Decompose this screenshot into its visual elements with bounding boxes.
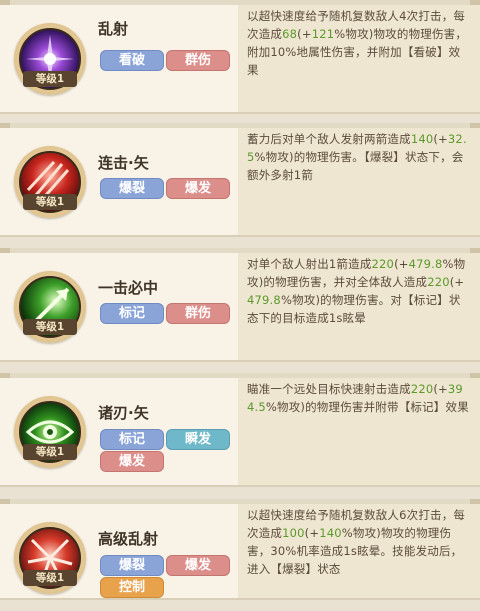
tag-shunfa: 瞬发	[166, 429, 230, 450]
description-text: %物攻)的物理伤害并附带【标记】效果	[265, 400, 469, 414]
skill-description-panel: 以超快速度给予随机复数敌人6次打击，每次造成100(+140%物攻)物攻的物理伤…	[238, 504, 480, 598]
level-badge: 等级1	[23, 570, 77, 586]
description-text: (+	[394, 257, 409, 271]
description-text: (+	[304, 526, 320, 540]
damage-value: 220	[410, 382, 434, 396]
skill-summary: 等级1 诸刃·矢 标记 瞬发 爆发	[0, 378, 238, 485]
description-text: (+	[297, 27, 312, 41]
damage-value: 121	[311, 27, 335, 41]
damage-value: 140	[319, 526, 342, 540]
tag-baofa: 爆发	[166, 178, 230, 199]
skill-name: 一击必中	[98, 279, 159, 297]
skill-summary: 等级1 一击必中 标记 群伤	[0, 253, 238, 360]
damage-value: 220	[427, 275, 450, 289]
skill-card[interactable]: 等级1 乱射 看破 群伤 以超快速度给予随机复数敌人4次打击，每次造成68(+1…	[0, 0, 480, 114]
description-text: (+	[433, 382, 448, 396]
tag-baofa: 爆发	[100, 451, 164, 472]
tag-baolie: 爆裂	[100, 555, 164, 576]
skill-card[interactable]: 等级1 高级乱射 爆裂 爆发 控制 以超快速度给予随机复数敌人6次打击，每次造成…	[0, 499, 480, 600]
tag-baolie: 爆裂	[100, 178, 164, 199]
description-text: (+	[433, 132, 448, 146]
tag-baofa: 爆发	[166, 555, 230, 576]
skill-name: 高级乱射	[98, 530, 159, 548]
damage-value: 68	[282, 27, 298, 41]
skill-description: 以超快速度给予随机复数敌人4次打击，每次造成68(+121%物攻)物攻的物理伤害…	[247, 7, 471, 79]
tag-kanpo: 看破	[100, 50, 164, 71]
tag-kongzhi: 控制	[100, 577, 164, 598]
level-badge: 等级1	[23, 194, 77, 210]
skill-description: 以超快速度给予随机复数敌人6次打击，每次造成100(+140%物攻)物攻的物理伤…	[247, 506, 471, 578]
skill-card[interactable]: 等级1 诸刃·矢 标记 瞬发 爆发 瞄准一个远处目标快速射击造成220(+394…	[0, 373, 480, 487]
skill-card[interactable]: 等级1 一击必中 标记 群伤 对单个敌人射出1箭造成220(+479.8%物攻)…	[0, 248, 480, 362]
skill-name: 乱射	[98, 20, 129, 38]
skill-description-panel: 以超快速度给予随机复数敌人4次打击，每次造成68(+121%物攻)物攻的物理伤害…	[238, 5, 480, 112]
tag-biaoji: 标记	[100, 429, 164, 450]
skill-description: 瞄准一个远处目标快速射击造成220(+394.5%物攻)的物理伤害并附带【标记】…	[247, 380, 471, 416]
damage-value: 220	[371, 257, 395, 271]
damage-value: 140	[410, 132, 434, 146]
description-text: 蓄力后对单个敌人发射两箭造成	[247, 132, 411, 146]
skill-description: 蓄力后对单个敌人发射两箭造成140(+32.5%物攻)的物理伤害。【爆裂】状态下…	[247, 130, 471, 184]
level-badge: 等级1	[23, 71, 77, 87]
level-badge: 等级1	[23, 444, 77, 460]
skill-name: 诸刃·矢	[98, 404, 149, 422]
skill-description-panel: 对单个敌人射出1箭造成220(+479.8%物攻)的物理伤害，并对全体敌人造成2…	[238, 253, 480, 360]
skill-description-panel: 瞄准一个远处目标快速射击造成220(+394.5%物攻)的物理伤害并附带【标记】…	[238, 378, 480, 485]
description-text: 对单个敌人射出1箭造成	[247, 257, 372, 271]
damage-value: 479.8	[408, 257, 443, 271]
skill-name: 连击·矢	[98, 154, 149, 172]
description-text: (+	[449, 275, 465, 289]
tag-biaoji: 标记	[100, 303, 164, 324]
description-text: %物攻)的物理伤害。【爆裂】状态下，会额外多射1箭	[247, 150, 464, 182]
skill-description: 对单个敌人射出1箭造成220(+479.8%物攻)的物理伤害，并对全体敌人造成2…	[247, 255, 471, 327]
skill-summary: 等级1 连击·矢 爆裂 爆发	[0, 128, 238, 235]
skill-summary: 等级1 乱射 看破 群伤	[0, 5, 238, 112]
skill-card[interactable]: 等级1 连击·矢 爆裂 爆发 蓄力后对单个敌人发射两箭造成140(+32.5%物…	[0, 123, 480, 237]
tag-qunshang: 群伤	[166, 303, 230, 324]
damage-value: 479.8	[247, 293, 281, 307]
damage-value: 100	[282, 526, 305, 540]
skill-description-panel: 蓄力后对单个敌人发射两箭造成140(+32.5%物攻)的物理伤害。【爆裂】状态下…	[238, 128, 480, 235]
tag-qunshang: 群伤	[166, 50, 230, 71]
level-badge: 等级1	[23, 319, 77, 335]
description-text: 瞄准一个远处目标快速射击造成	[247, 382, 411, 396]
skill-summary: 等级1 高级乱射 爆裂 爆发 控制	[0, 504, 238, 611]
